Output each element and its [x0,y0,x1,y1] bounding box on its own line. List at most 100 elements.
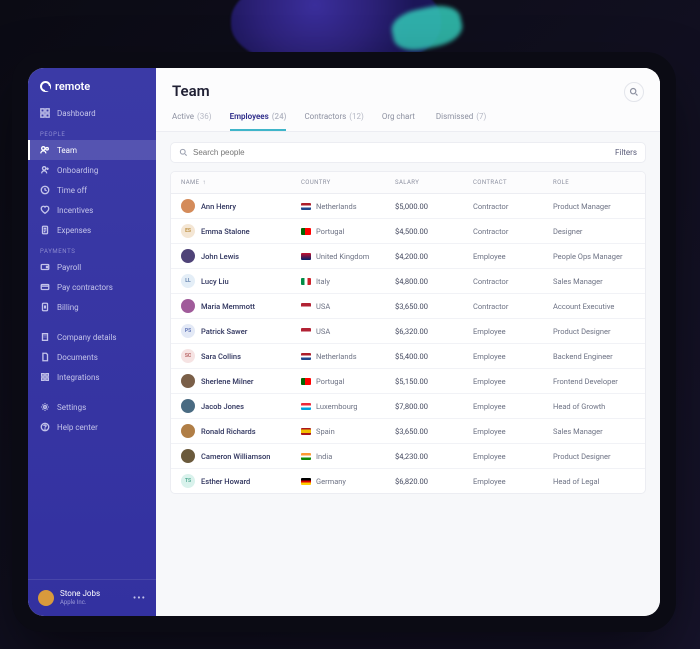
tab-contractors[interactable]: Contractors(12) [304,112,363,131]
employee-name: Ann Henry [201,202,236,211]
sidebar-item-help[interactable]: Help center [28,417,156,437]
cell-country: India [301,452,395,461]
sidebar-item-payroll[interactable]: Payroll [28,257,156,277]
sidebar-item-label: Pay contractors [57,283,113,292]
table-row[interactable]: Jacob Jones Luxembourg $7,800.00 Employe… [171,394,645,419]
cell-salary: $5,400.00 [395,352,473,361]
cell-role: Product Designer [553,452,635,461]
country-name: Portugal [316,377,344,386]
avatar [181,424,195,438]
cell-name: Cameron Williamson [181,449,301,463]
sidebar-group-people: PEOPLE [28,123,156,140]
cell-salary: $6,820.00 [395,477,473,486]
tab-orgchart[interactable]: Org chart [382,112,418,131]
sidebar-item-team[interactable]: Team [28,140,156,160]
sort-asc-icon: ↑ [203,179,206,186]
sidebar-footer[interactable]: Stone Jobs Apple Inc. ••• [28,579,156,616]
employee-name: Emma Stalone [201,227,250,236]
more-icon[interactable]: ••• [133,593,146,604]
employee-name: Sherlene Milner [201,377,254,386]
sidebar-item-expenses[interactable]: Expenses [28,220,156,240]
table-row[interactable]: Cameron Williamson India $4,230.00 Emplo… [171,444,645,469]
sidebar-item-integrations[interactable]: Integrations [28,367,156,387]
table-header: NAME↑ COUNTRY SALARY CONTRACT ROLE [171,172,645,194]
flag-icon [301,378,311,385]
sidebar-group-payments: PAYMENTS [28,240,156,257]
flag-icon [301,278,311,285]
avatar [38,590,54,606]
sidebar-item-incentives[interactable]: Incentives [28,200,156,220]
table-row[interactable]: Sherlene Milner Portugal $5,150.00 Emplo… [171,369,645,394]
cell-contract: Employee [473,327,553,336]
wallet-icon [40,262,50,272]
search-icon [179,148,188,157]
cell-country: Spain [301,427,395,436]
sidebar-item-onboarding[interactable]: Onboarding [28,160,156,180]
topbar: Team [156,68,660,102]
country-name: Portugal [316,227,344,236]
cell-country: Italy [301,277,395,286]
cell-contract: Contractor [473,202,553,211]
card-icon [40,282,50,292]
employee-name: Patrick Sawer [201,327,247,336]
table-body: Ann Henry Netherlands $5,000.00 Contract… [171,194,645,493]
table-row[interactable]: Maria Memmott USA $3,650.00 Contractor A… [171,294,645,319]
cell-contract: Contractor [473,277,553,286]
table-row[interactable]: PS Patrick Sawer USA $6,320.00 Employee … [171,319,645,344]
footer-user-name: Stone Jobs [60,590,100,599]
cell-role: Product Designer [553,327,635,336]
sidebar-item-label: Payroll [57,263,81,272]
filters-button[interactable]: Filters [615,148,637,157]
table-row[interactable]: SC Sara Collins Netherlands $5,400.00 Em… [171,344,645,369]
cell-role: Head of Legal [553,477,635,486]
cell-role: People Ops Manager [553,252,635,261]
sidebar-item-timeoff[interactable]: Time off [28,180,156,200]
brand-logo-icon [40,81,51,92]
table-row[interactable]: ES Emma Stalone Portugal $4,500.00 Contr… [171,219,645,244]
content: Filters NAME↑ COUNTRY SALARY CONTRACT RO… [156,132,660,616]
brand[interactable]: remote [28,68,156,103]
table-row[interactable]: LL Lucy Liu Italy $4,800.00 Contractor S… [171,269,645,294]
cell-contract: Employee [473,477,553,486]
tablet-frame: remote Dashboard PEOPLE Team Onboarding … [12,52,676,632]
col-salary[interactable]: SALARY [395,179,473,186]
grid-small-icon [40,372,50,382]
tab-active[interactable]: Active(36) [172,112,212,131]
cell-name: Maria Memmott [181,299,301,313]
cell-country: Netherlands [301,202,395,211]
col-role[interactable]: ROLE [553,179,635,186]
avatar [181,249,195,263]
tab-employees[interactable]: Employees(24) [230,112,287,131]
employee-name: Lucy Liu [201,277,229,286]
table-row[interactable]: Ann Henry Netherlands $5,000.00 Contract… [171,194,645,219]
tab-dismissed[interactable]: Dismissed(7) [436,112,486,131]
sidebar-item-paycontractors[interactable]: Pay contractors [28,277,156,297]
cell-name: LL Lucy Liu [181,274,301,288]
table-row[interactable]: TS Esther Howard Germany $6,820.00 Emplo… [171,469,645,493]
table-row[interactable]: Ronald Richards Spain $3,650.00 Employee… [171,419,645,444]
receipt-icon [40,225,50,235]
sidebar-item-billing[interactable]: Billing [28,297,156,317]
flag-icon [301,253,311,260]
cell-country: Netherlands [301,352,395,361]
cell-name: ES Emma Stalone [181,224,301,238]
cell-salary: $4,200.00 [395,252,473,261]
sidebar-item-dashboard[interactable]: Dashboard [28,103,156,123]
sidebar-item-company[interactable]: Company details [28,327,156,347]
search-input[interactable] [193,148,615,157]
col-name[interactable]: NAME↑ [181,179,301,186]
col-contract[interactable]: CONTRACT [473,179,553,186]
footer-company: Apple Inc. [60,599,100,606]
cell-country: Luxembourg [301,402,395,411]
country-name: Italy [316,277,330,286]
global-search-button[interactable] [624,82,644,102]
employee-name: Esther Howard [201,477,250,486]
col-country[interactable]: COUNTRY [301,179,395,186]
sidebar-item-documents[interactable]: Documents [28,347,156,367]
table-row[interactable]: John Lewis United Kingdom $4,200.00 Empl… [171,244,645,269]
cell-salary: $5,000.00 [395,202,473,211]
country-name: Netherlands [316,352,357,361]
clock-icon [40,185,50,195]
employee-name: Maria Memmott [201,302,255,311]
sidebar-item-settings[interactable]: Settings [28,397,156,417]
